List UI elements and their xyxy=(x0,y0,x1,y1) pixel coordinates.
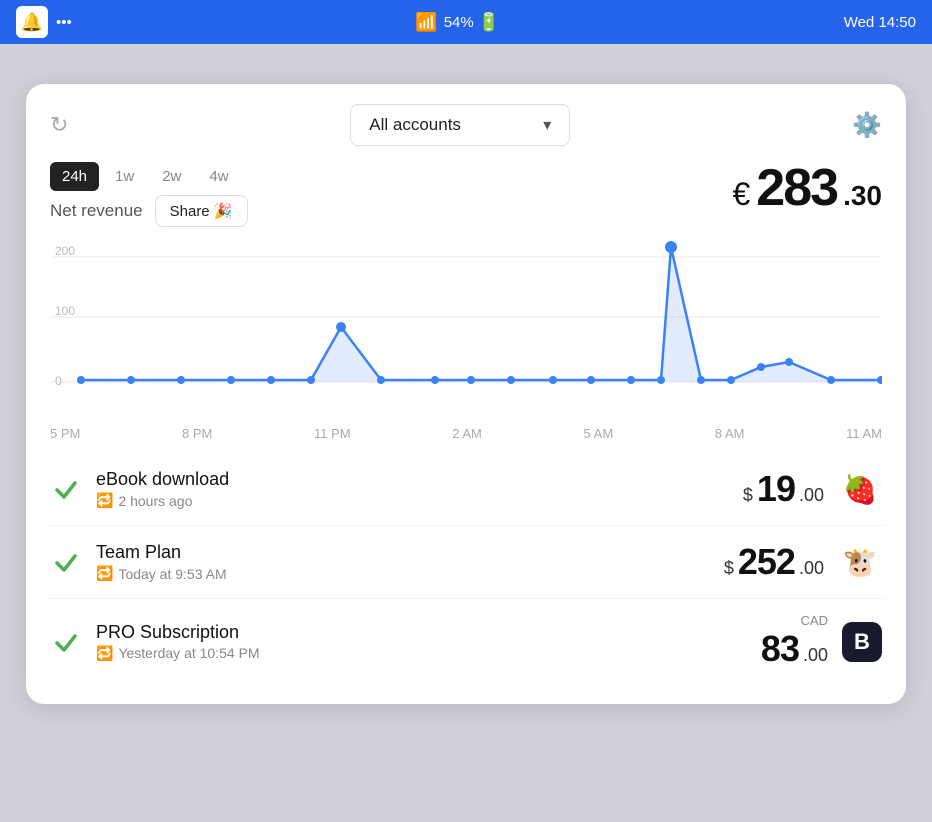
check-icon xyxy=(50,546,82,578)
time-filter-2w[interactable]: 2w xyxy=(150,162,193,191)
recycle-icon: 🔁 xyxy=(96,565,113,582)
net-revenue-amount: € 283.30 xyxy=(733,162,883,214)
chart-label-11am: 11 AM xyxy=(846,426,882,441)
transaction-product-icon: B xyxy=(842,622,882,662)
transaction-name: eBook download xyxy=(96,469,729,490)
status-bar-left: 🔔 ••• xyxy=(16,6,72,38)
chart-label-11pm: 11 PM xyxy=(314,426,351,441)
transaction-name: Team Plan xyxy=(96,542,710,563)
time-filter-4w[interactable]: 4w xyxy=(197,162,240,191)
main-card: ↻ All accounts ▾ ⚙️ 24h 1w 2w 4w Net rev… xyxy=(26,84,906,704)
chevron-down-icon: ▾ xyxy=(543,115,551,135)
transaction-product-icon: 🍓 xyxy=(838,467,882,511)
transaction-time: 🔁 Today at 9:53 AM xyxy=(96,565,710,582)
net-revenue-label: Net revenue xyxy=(50,201,143,221)
transaction-item[interactable]: eBook download 🔁 2 hours ago $ 19.00 🍓 xyxy=(46,453,886,526)
time-filter-1w[interactable]: 1w xyxy=(103,162,146,191)
amount-cents: .00 xyxy=(799,558,824,579)
amount-currency: $ xyxy=(724,558,734,579)
check-icon xyxy=(50,473,82,505)
amount-currency: $ xyxy=(743,485,753,506)
amount-main: 83 xyxy=(761,628,799,670)
refresh-icon[interactable]: ↻ xyxy=(50,112,68,138)
metrics-area: 24h 1w 2w 4w Net revenue Share 🎉 € 283.3… xyxy=(26,156,906,227)
chart-label-5am: 5 AM xyxy=(584,426,614,441)
svg-text:200: 200 xyxy=(55,244,75,258)
transaction-list: eBook download 🔁 2 hours ago $ 19.00 🍓 xyxy=(26,449,906,704)
transaction-amount: $ 252.00 xyxy=(724,541,824,583)
battery-icon: 🔋 xyxy=(478,12,500,33)
transaction-product-icon: 🐮 xyxy=(838,540,882,584)
amount-main: 252 xyxy=(738,541,795,583)
transaction-info: PRO Subscription 🔁 Yesterday at 10:54 PM xyxy=(96,622,747,662)
transaction-amount: CAD 83.00 xyxy=(761,613,828,670)
transaction-time: 🔁 2 hours ago xyxy=(96,492,729,509)
currency-code: CAD xyxy=(801,613,828,628)
net-revenue-label-row: Net revenue Share 🎉 xyxy=(50,195,248,227)
chart-label-5pm: 5 PM xyxy=(50,426,80,441)
transaction-amount: $ 19.00 xyxy=(743,468,824,510)
recycle-icon: 🔁 xyxy=(96,492,113,509)
time-filters: 24h 1w 2w 4w xyxy=(50,162,248,191)
status-bar: 🔔 ••• 📶 54% 🔋 Wed 14:50 xyxy=(0,0,932,44)
card-header: ↻ All accounts ▾ ⚙️ xyxy=(26,84,906,156)
transaction-name: PRO Subscription xyxy=(96,622,747,643)
status-dots: ••• xyxy=(56,14,72,31)
chart-label-8am: 8 AM xyxy=(715,426,745,441)
revenue-chart: 200 100 0 xyxy=(50,237,882,417)
chart-area: 200 100 0 xyxy=(26,227,906,449)
chart-x-labels: 5 PM 8 PM 11 PM 2 AM 5 AM 8 AM 11 AM xyxy=(50,422,882,449)
transaction-info: eBook download 🔁 2 hours ago xyxy=(96,469,729,509)
account-selector[interactable]: All accounts ▾ xyxy=(350,104,570,146)
transaction-item[interactable]: Team Plan 🔁 Today at 9:53 AM $ 252.00 🐮 xyxy=(46,526,886,599)
svg-text:0: 0 xyxy=(55,374,62,388)
clock: Wed 14:50 xyxy=(844,14,916,31)
amount-main: 19 xyxy=(757,468,795,510)
share-button[interactable]: Share 🎉 xyxy=(155,195,248,227)
transaction-item[interactable]: PRO Subscription 🔁 Yesterday at 10:54 PM… xyxy=(46,599,886,684)
chart-label-8pm: 8 PM xyxy=(182,426,212,441)
amount-cents: .00 xyxy=(803,645,828,666)
transaction-info: Team Plan 🔁 Today at 9:53 AM xyxy=(96,542,710,582)
battery-percent: 54% xyxy=(444,14,474,31)
account-selector-label: All accounts xyxy=(369,115,461,135)
revenue-main: 283 xyxy=(756,162,837,214)
recycle-icon: 🔁 xyxy=(96,645,113,662)
chart-label-2am: 2 AM xyxy=(452,426,482,441)
wifi-icon: 📶 xyxy=(415,12,437,33)
time-filter-24h[interactable]: 24h xyxy=(50,162,99,191)
check-icon xyxy=(50,626,82,658)
status-bar-center: 📶 54% 🔋 xyxy=(415,12,500,33)
amount-cents: .00 xyxy=(799,485,824,506)
revenue-currency-symbol: € xyxy=(733,178,751,210)
gear-icon[interactable]: ⚙️ xyxy=(852,111,882,140)
svg-text:100: 100 xyxy=(55,304,75,318)
status-bar-right: Wed 14:50 xyxy=(844,14,916,31)
transaction-time: 🔁 Yesterday at 10:54 PM xyxy=(96,645,747,662)
left-metrics: 24h 1w 2w 4w Net revenue Share 🎉 xyxy=(50,162,248,227)
notification-icon[interactable]: 🔔 xyxy=(16,6,48,38)
revenue-cents: .30 xyxy=(843,182,882,210)
